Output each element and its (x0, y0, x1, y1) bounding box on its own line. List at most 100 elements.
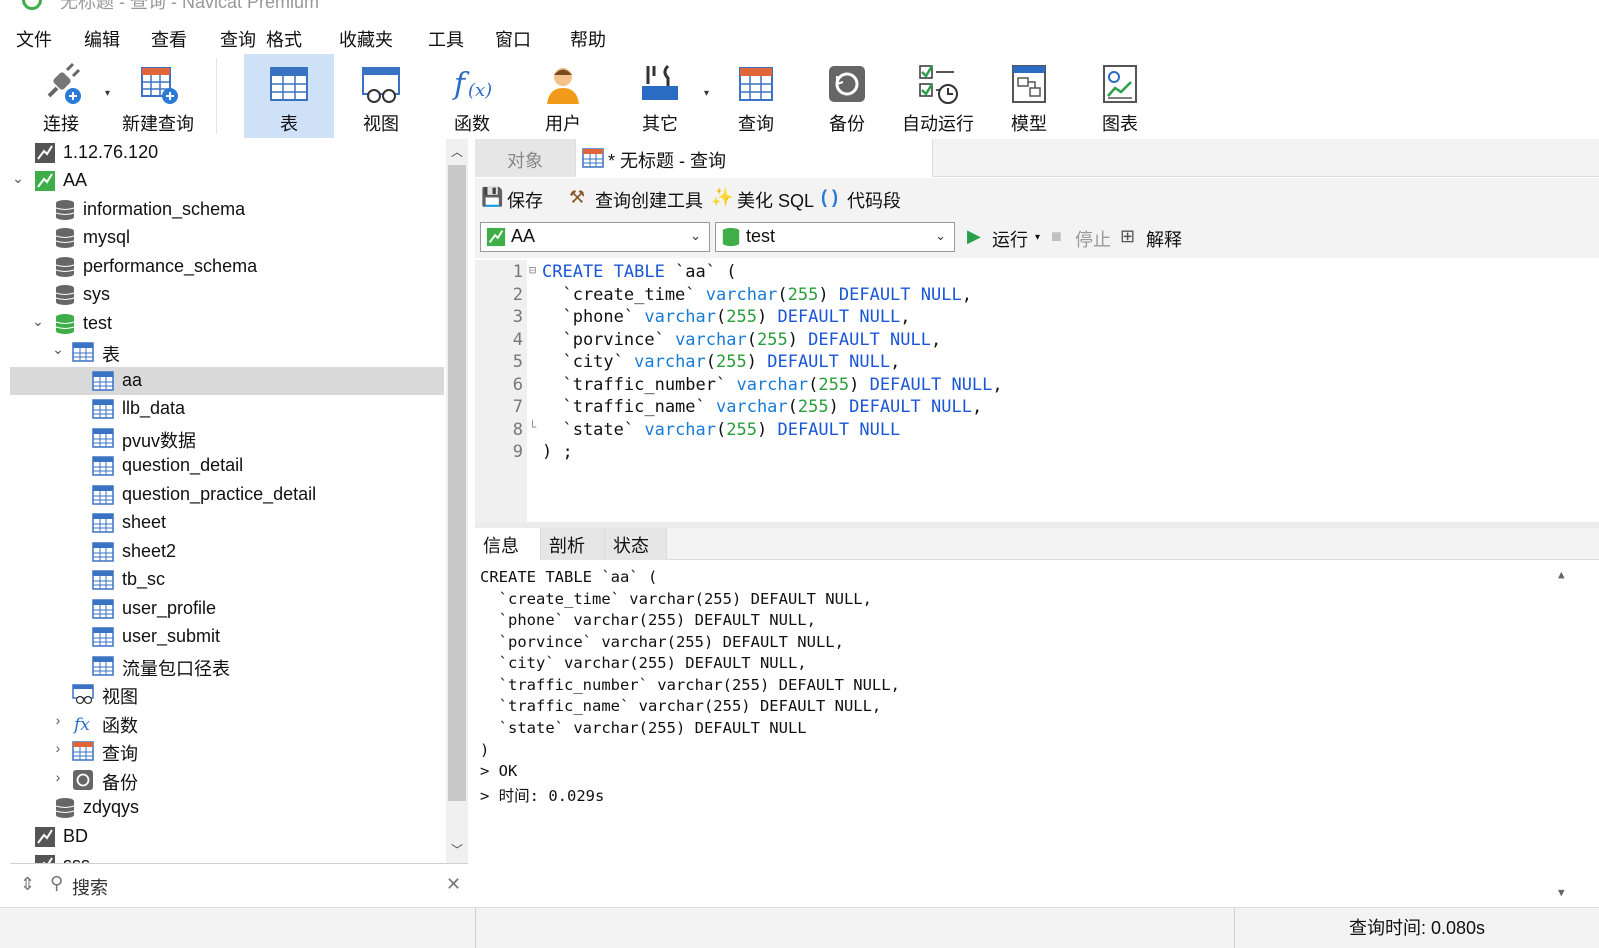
other-label: 其它 (642, 114, 678, 134)
database-select[interactable]: test ⌄ (715, 222, 955, 252)
tree-functions-folder[interactable]: › fx 函数 (10, 709, 444, 737)
tab-label: * 无标题 - 查询 (608, 151, 727, 171)
menu-tools[interactable]: 工具 (428, 26, 464, 52)
table-button[interactable]: 表 (244, 54, 334, 138)
user-button[interactable]: 用户 (518, 54, 608, 138)
mysql-connection-icon (486, 227, 506, 247)
tree-table[interactable]: sheet2 (10, 538, 444, 566)
scroll-down-icon[interactable]: ﹀ (446, 839, 468, 861)
tab-profile[interactable]: 剖析 (541, 528, 605, 560)
scroll-up-icon[interactable]: ▲ (1558, 568, 1565, 581)
tree-database[interactable]: sys (10, 281, 444, 309)
explain-button[interactable]: 解释 (1146, 226, 1182, 252)
query-builder-button[interactable]: 查询创建工具 (595, 187, 703, 213)
navigation-pane: 1.12.76.120 ⌄ AA information_schema mysq… (10, 139, 468, 907)
tree-table[interactable]: user_profile (10, 595, 444, 623)
menu-favorites[interactable]: 收藏夹 (339, 26, 393, 52)
run-dropdown-icon[interactable]: ▾ (1035, 232, 1040, 243)
new-query-button[interactable]: 新建查询 (112, 54, 204, 138)
chevron-down-icon[interactable]: ⌄ (30, 313, 46, 330)
sql-editor[interactable]: 1 2 3 4 5 6 7 8 9 ⊟ └ CREATE TABLE `aa` … (475, 260, 1599, 522)
code-snippet-icon[interactable]: ( ) (821, 187, 838, 208)
tree-backups-folder[interactable]: › 备份 (10, 766, 444, 794)
magic-wand-icon[interactable]: ✨ (711, 187, 733, 208)
chevron-right-icon[interactable]: › (50, 740, 66, 756)
other-button[interactable]: 其它 ▾ (615, 54, 709, 138)
menu-edit[interactable]: 编辑 (84, 26, 120, 52)
tree-views-folder[interactable]: 视图 (10, 680, 444, 708)
code-snippet-button[interactable]: 代码段 (847, 187, 901, 213)
tree-table[interactable]: pvuv数据 (10, 424, 444, 452)
tree-table[interactable]: question_detail (10, 452, 444, 480)
menu-help[interactable]: 帮助 (570, 26, 606, 52)
tree-connection-ip[interactable]: 1.12.76.120 (10, 139, 444, 167)
tree-database[interactable]: information_schema (10, 196, 444, 224)
tree-label: 表 (102, 345, 120, 365)
chevron-right-icon[interactable]: › (50, 769, 66, 785)
chart-button[interactable]: 图表 (1075, 54, 1165, 138)
fold-toggle-icon[interactable]: ⊟ (529, 263, 541, 277)
explain-icon[interactable]: ⊞ (1120, 226, 1135, 247)
search-input[interactable]: 搜索 (72, 874, 108, 900)
tree-scrollbar[interactable]: ︿ ﹀ (446, 139, 468, 863)
tab-info[interactable]: 信息 (475, 528, 541, 560)
connection-select[interactable]: AA ⌄ (480, 222, 710, 252)
save-icon[interactable]: 💾 (481, 187, 503, 208)
backup-label: 备份 (829, 114, 865, 134)
tree-connection-aa[interactable]: ⌄ AA (10, 167, 444, 195)
tree-search-bar[interactable]: ⇕ ⚲ 搜索 ✕ (10, 863, 468, 907)
output-scrollbar[interactable]: ▲ ▼ (1558, 560, 1576, 906)
chevron-down-icon[interactable]: ⌄ (50, 341, 66, 358)
stop-button[interactable]: 停止 (1075, 226, 1111, 252)
close-icon[interactable]: ✕ (446, 874, 461, 895)
scroll-down-icon[interactable]: ▼ (1558, 886, 1565, 899)
database-select-value: test (746, 226, 776, 246)
hammer-icon[interactable]: ⚒ (569, 187, 585, 208)
save-button[interactable]: 保存 (507, 187, 543, 213)
tab-query[interactable]: * 无标题 - 查询 (575, 139, 933, 177)
menu-format[interactable]: 格式 (266, 26, 302, 52)
chevron-right-icon[interactable]: › (50, 712, 66, 728)
tree-database[interactable]: zdyqys (10, 794, 444, 822)
run-icon[interactable]: ▶ (967, 226, 981, 247)
chevron-down-icon[interactable]: ⌄ (10, 170, 26, 187)
tree-connection-partial[interactable]: sss (10, 851, 444, 863)
tree-database-test[interactable]: ⌄ test (10, 310, 444, 338)
tab-objects[interactable]: 对象 (475, 139, 575, 177)
beautify-sql-button[interactable]: 美化 SQL (737, 187, 814, 213)
query-button[interactable]: 查询 (711, 54, 801, 138)
tree-tables-folder[interactable]: ⌄ 表 (10, 338, 444, 366)
tree-table[interactable]: question_practice_detail (10, 481, 444, 509)
automation-button[interactable]: 自动运行 (893, 54, 983, 138)
menu-view[interactable]: 查看 (151, 26, 187, 52)
tree-table[interactable]: llb_data (10, 395, 444, 423)
tab-status[interactable]: 状态 (605, 528, 667, 560)
other-dropdown-icon[interactable]: ▾ (704, 88, 709, 99)
tree-queries-folder[interactable]: › 查询 (10, 737, 444, 765)
filter-icon[interactable]: ⇕ (20, 874, 35, 895)
tree-connection-bd[interactable]: BD (10, 823, 444, 851)
tree-database[interactable]: mysql (10, 224, 444, 252)
function-button[interactable]: f (x) 函数 (427, 54, 517, 138)
scrollbar-thumb[interactable] (448, 165, 466, 801)
tree-table[interactable]: tb_sc (10, 566, 444, 594)
code-line: `state` varchar(255) DEFAULT NULL (542, 420, 901, 440)
model-button[interactable]: 模型 (984, 54, 1074, 138)
menu-window[interactable]: 窗口 (495, 26, 531, 52)
menu-query[interactable]: 查询 (220, 26, 256, 52)
connect-button[interactable]: 连接 ▾ (16, 54, 110, 138)
backup-button[interactable]: 备份 (802, 54, 892, 138)
tree-database[interactable]: performance_schema (10, 253, 444, 281)
connect-dropdown-icon[interactable]: ▾ (105, 88, 110, 99)
tree-table[interactable]: sheet (10, 509, 444, 537)
view-button[interactable]: 视图 (336, 54, 426, 138)
tree-table-aa[interactable]: aa (10, 367, 444, 395)
table-icon (92, 513, 114, 533)
query-label: 查询 (738, 114, 774, 134)
scroll-up-icon[interactable]: ︿ (446, 141, 468, 163)
run-button[interactable]: 运行 (992, 226, 1028, 252)
tree-table[interactable]: 流量包口径表 (10, 652, 444, 680)
window-title: 无标题 - 查询 - Navicat Premium (60, 0, 320, 12)
tree-table[interactable]: user_submit (10, 623, 444, 651)
menu-file[interactable]: 文件 (16, 26, 52, 52)
